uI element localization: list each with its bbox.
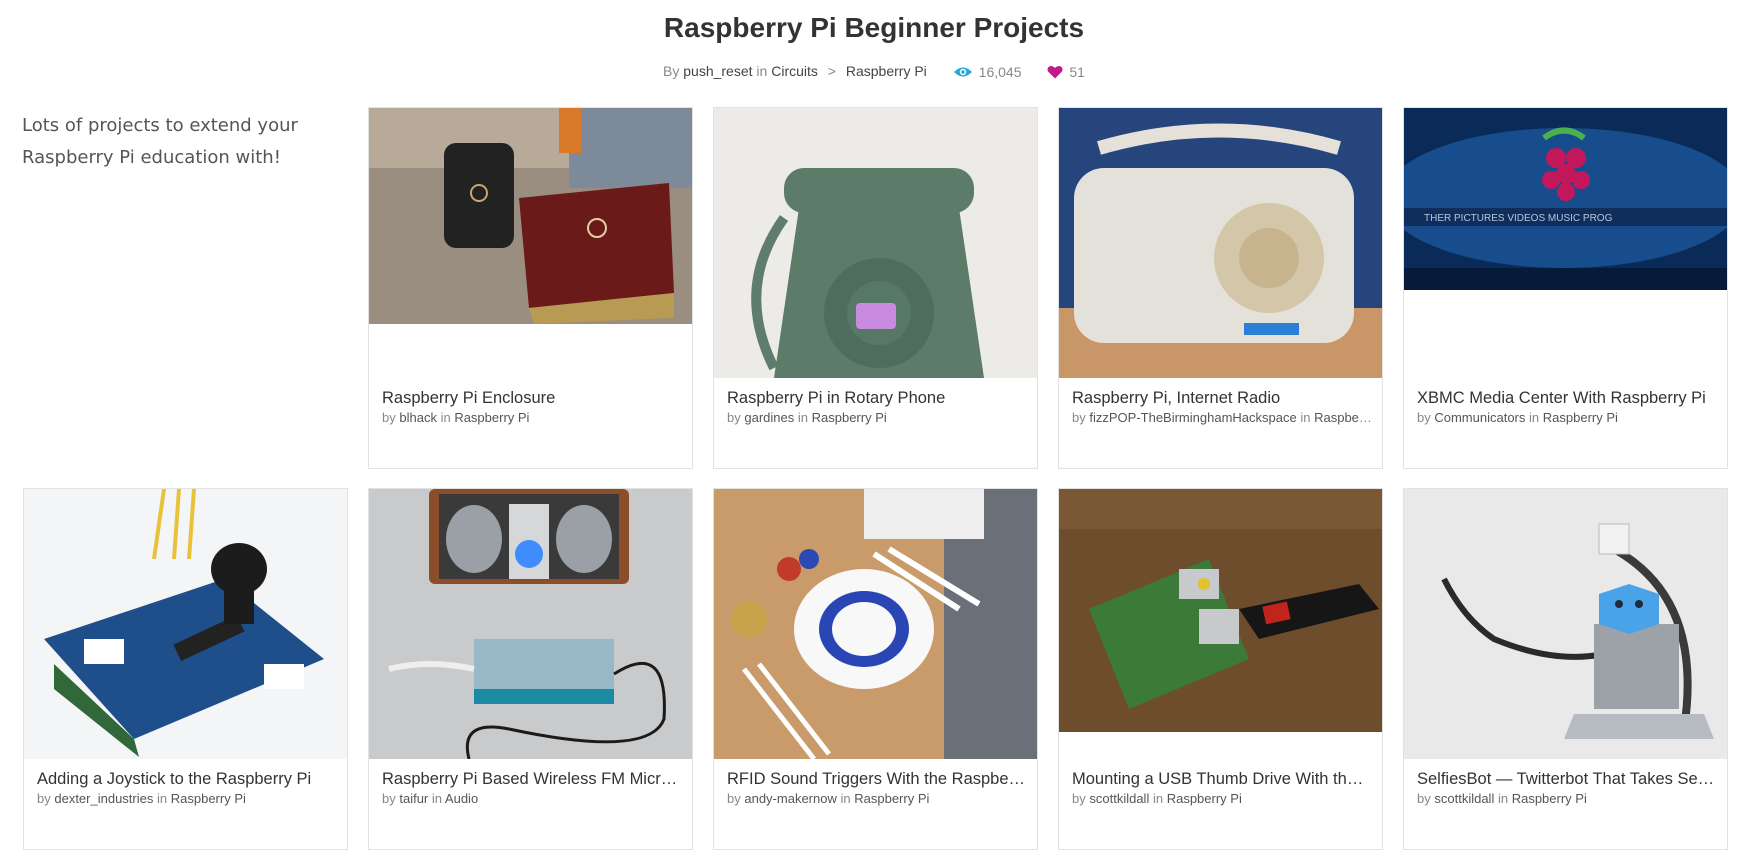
- project-card[interactable]: RFID Sound Triggers With the Raspberry P…: [713, 488, 1038, 850]
- project-thumbnail[interactable]: [24, 489, 347, 759]
- page-title: Raspberry Pi Beginner Projects: [663, 12, 1085, 43]
- breadcrumb-separator: >: [827, 63, 836, 79]
- project-byline: by dexter_industries in Raspberry Pi: [37, 791, 246, 806]
- project-author[interactable]: gardines: [744, 410, 794, 425]
- project-author[interactable]: scottkildall: [1089, 791, 1149, 806]
- views-stat: 16,045: [953, 64, 1022, 80]
- views-count: 16,045: [978, 64, 1022, 81]
- project-author[interactable]: andy-makernow: [744, 791, 837, 806]
- in-label: in: [756, 63, 768, 79]
- project-author[interactable]: dexter_industries: [54, 791, 153, 806]
- project-thumbnail[interactable]: [714, 108, 1037, 378]
- project-card[interactable]: SelfiesBot — Twitterbot That Takes Selfi…: [1403, 488, 1728, 850]
- project-byline: by Communicators in Raspberry Pi: [1417, 410, 1618, 425]
- collection-description: Lots of projects to extend your Raspberr…: [22, 115, 298, 168]
- project-card[interactable]: THER PICTURES VIDEOS MUSIC PROG XBMC Med…: [1403, 107, 1728, 469]
- project-title[interactable]: Adding a Joystick to the Raspberry Pi: [37, 770, 337, 789]
- project-category[interactable]: Raspberry Pi: [854, 791, 929, 806]
- project-card[interactable]: Raspberry Pi in Rotary Phone by gardines…: [713, 107, 1038, 469]
- project-byline: by taifur in Audio: [382, 791, 479, 806]
- project-card[interactable]: Mounting a USB Thumb Drive With the Rasp…: [1058, 488, 1383, 850]
- project-author[interactable]: scottkildall: [1434, 791, 1494, 806]
- project-title[interactable]: Raspberry Pi Based Wireless FM Microphon…: [382, 770, 682, 789]
- eye-icon: [953, 65, 973, 79]
- project-author[interactable]: blhack: [399, 410, 437, 425]
- project-byline: by fizzPOP-TheBirminghamHackspace in Ras…: [1072, 410, 1372, 425]
- project-category[interactable]: Raspberry Pi: [454, 410, 529, 425]
- project-author[interactable]: fizzPOP-TheBirminghamHackspace: [1089, 410, 1296, 425]
- project-title[interactable]: XBMC Media Center With Raspberry Pi: [1417, 389, 1717, 408]
- favorites-stat: 51: [1047, 64, 1085, 80]
- project-card[interactable]: Adding a Joystick to the Raspberry Pi by…: [23, 488, 348, 850]
- project-author[interactable]: Communicators: [1434, 410, 1525, 425]
- project-title[interactable]: Raspberry Pi Enclosure: [382, 389, 682, 408]
- project-card[interactable]: Raspberry Pi Enclosure by blhack in Rasp…: [368, 107, 693, 469]
- project-category[interactable]: Raspberry Pi: [1314, 410, 1372, 425]
- project-category[interactable]: Raspberry Pi: [1512, 791, 1587, 806]
- favorites-count: 51: [1069, 64, 1085, 81]
- svg-text:THER PICTURES VIDEOS: THER PICTURES VIDEOS MUSIC PROG: [1424, 213, 1613, 224]
- project-thumbnail[interactable]: [1059, 108, 1382, 378]
- project-thumbnail[interactable]: [1404, 489, 1727, 759]
- project-thumbnail[interactable]: [369, 489, 692, 759]
- project-author[interactable]: taifur: [399, 791, 428, 806]
- project-byline: by gardines in Raspberry Pi: [727, 410, 887, 425]
- project-thumbnail[interactable]: [369, 108, 692, 378]
- subcategory-link[interactable]: Raspberry Pi: [846, 63, 927, 79]
- project-card[interactable]: Raspberry Pi Based Wireless FM Microphon…: [368, 488, 693, 850]
- collection-meta: By push_reset in Circuits > Raspberry Pi…: [0, 63, 1748, 80]
- project-category[interactable]: Raspberry Pi: [1543, 410, 1618, 425]
- project-title[interactable]: Mounting a USB Thumb Drive With the Rasp…: [1072, 770, 1372, 789]
- project-thumbnail[interactable]: [1059, 489, 1382, 759]
- author-link[interactable]: push_reset: [683, 63, 752, 79]
- project-title[interactable]: Raspberry Pi in Rotary Phone: [727, 389, 1027, 408]
- project-title[interactable]: SelfiesBot — Twitterbot That Takes Selfi…: [1417, 770, 1717, 789]
- project-thumbnail[interactable]: [714, 489, 1037, 759]
- heart-icon: [1047, 65, 1063, 79]
- project-category[interactable]: Raspberry Pi: [171, 791, 246, 806]
- by-label: By: [663, 63, 680, 79]
- project-byline: by scottkildall in Raspberry Pi: [1072, 791, 1242, 806]
- project-category[interactable]: Audio: [445, 791, 478, 806]
- project-thumbnail[interactable]: THER PICTURES VIDEOS MUSIC PROG: [1404, 108, 1727, 378]
- project-title[interactable]: RFID Sound Triggers With the Raspberry P…: [727, 770, 1027, 789]
- project-card[interactable]: Raspberry Pi, Internet Radio by fizzPOP-…: [1058, 107, 1383, 469]
- category-link[interactable]: Circuits: [771, 63, 818, 79]
- project-category[interactable]: Raspberry Pi: [812, 410, 887, 425]
- project-title[interactable]: Raspberry Pi, Internet Radio: [1072, 389, 1372, 408]
- project-byline: by scottkildall in Raspberry Pi: [1417, 791, 1587, 806]
- project-byline: by andy-makernow in Raspberry Pi: [727, 791, 930, 806]
- project-category[interactable]: Raspberry Pi: [1167, 791, 1242, 806]
- project-byline: by blhack in Raspberry Pi: [382, 410, 530, 425]
